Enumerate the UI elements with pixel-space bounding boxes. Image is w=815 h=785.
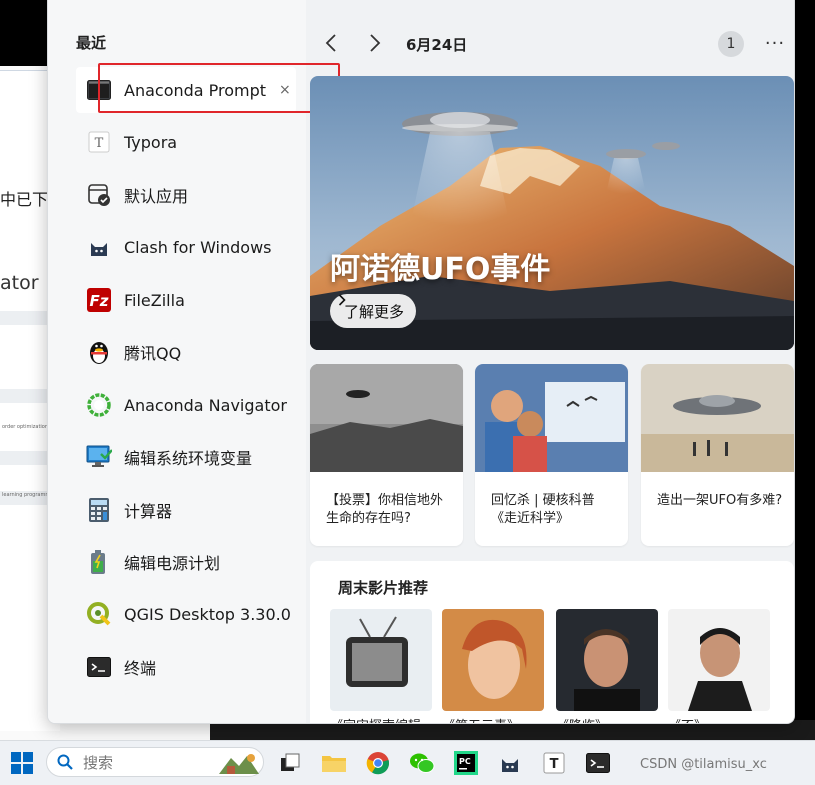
movie-title: 《不》 (668, 715, 778, 723)
svg-text:T: T (95, 136, 104, 151)
hero-card[interactable]: 阿诺德UFO事件 了解更多 (310, 76, 794, 350)
recent-item-clash[interactable]: Clash for Windows (76, 224, 296, 270)
selection-highlight (98, 63, 340, 113)
weekend-title: 周末影片推荐 (338, 579, 429, 597)
taskbar-file-explorer[interactable] (320, 749, 348, 777)
next-button[interactable] (364, 30, 386, 56)
svg-text:Fz: Fz (90, 292, 109, 310)
learn-more-button[interactable]: 了解更多 (330, 294, 417, 328)
close-icon[interactable]: × (279, 82, 291, 98)
background-tiny-text: order optimization. (2, 424, 50, 430)
taskbar-typora[interactable]: T (540, 749, 568, 777)
taskbar-pycharm[interactable]: PC (452, 749, 480, 777)
taskbar-wechat[interactable] (408, 749, 436, 777)
svg-text:PC: PC (459, 757, 471, 766)
cat-icon (86, 234, 112, 260)
terminal-icon (86, 654, 112, 680)
movie-title: 《宇宙探索编辑 (330, 715, 440, 723)
filezilla-icon: Fz (86, 287, 112, 313)
movie-poster[interactable] (668, 609, 770, 711)
app-label: 编辑电源计划 (124, 554, 221, 573)
previous-button[interactable] (320, 30, 342, 56)
app-label: Typora (124, 132, 178, 152)
app-label: QGIS Desktop 3.30.0 (124, 604, 291, 624)
recent-item-env-vars[interactable]: 编辑系统环境变量 (76, 434, 296, 480)
app-label: 腾讯QQ (124, 344, 182, 363)
watermark-text: CSDN @tilamisu_xc (640, 757, 767, 772)
movie-title: 《降临》 (556, 715, 666, 723)
taskbar-clash[interactable] (496, 749, 524, 777)
news-card[interactable]: 造出一架UFO有多难? (641, 364, 794, 546)
weekend-movies-card: 周末影片推荐 《宇宙探索编辑 《第五元素》 《降临》 《不》 (310, 561, 794, 723)
start-button[interactable] (8, 749, 36, 777)
chrome-icon (366, 752, 390, 775)
recent-item-anaconda-navigator[interactable]: Anaconda Navigator (76, 382, 296, 428)
recent-item-power-plan[interactable]: 编辑电源计划 (76, 539, 296, 585)
task-view-icon (281, 753, 300, 771)
svg-text:T: T (550, 757, 559, 772)
taskbar-terminal[interactable] (584, 749, 612, 777)
card-thumbnail (310, 364, 463, 472)
task-view-button[interactable] (276, 749, 304, 777)
taskbar-search[interactable] (46, 747, 264, 777)
qgis-icon (86, 601, 112, 627)
app-label: 计算器 (124, 502, 173, 521)
penguin-icon (86, 339, 112, 365)
app-label: 终端 (124, 659, 157, 678)
news-card[interactable]: 【投票】你相信地外生命的存在吗? (310, 364, 463, 546)
calculator-icon (86, 497, 112, 523)
recent-item-qgis[interactable]: QGIS Desktop 3.30.0 (76, 591, 296, 637)
card-thumbnail (641, 364, 794, 472)
ring-icon (86, 392, 112, 418)
learn-more-label: 了解更多 (344, 302, 405, 321)
card-thumbnail (475, 364, 628, 472)
typora-icon: T (86, 129, 112, 155)
battery-icon (86, 549, 112, 575)
recent-apps-column: 最近 Anaconda Prompt × T Typora 默认应用 Clash… (48, 0, 340, 723)
default-apps-icon (86, 182, 112, 208)
recent-item-terminal[interactable]: 终端 (76, 644, 296, 690)
recent-item-default-apps[interactable]: 默认应用 (76, 172, 296, 218)
chevron-right-icon (338, 294, 346, 306)
chevron-left-icon (325, 34, 336, 52)
recent-item-qq[interactable]: 腾讯QQ (76, 329, 296, 375)
news-card[interactable]: 回忆杀 | 硬核科普《走近科学》 (475, 364, 628, 546)
app-label: FileZilla (124, 290, 185, 310)
chevron-right-icon (370, 34, 381, 52)
search-highlight-icon (219, 754, 259, 774)
search-icon (57, 754, 73, 770)
app-label: 默认应用 (124, 187, 189, 206)
hero-title: 阿诺德UFO事件 (330, 252, 551, 287)
folder-icon (322, 756, 346, 772)
app-label: Clash for Windows (124, 237, 272, 257)
start-panel: 最近 Anaconda Prompt × T Typora 默认应用 Clash… (47, 0, 795, 724)
taskbar-chrome[interactable] (364, 749, 392, 777)
recent-title: 最近 (76, 34, 107, 52)
card-text: 造出一架UFO有多难? (657, 493, 783, 508)
feed-date: 6月24日 (406, 36, 468, 54)
background-dark-strip (793, 0, 815, 740)
app-label: Anaconda Navigator (124, 395, 287, 415)
notification-badge[interactable]: 1 (718, 31, 744, 57)
terminal-icon (586, 753, 610, 773)
background-heading: ator (0, 272, 39, 294)
app-label: 编辑系统环境变量 (124, 449, 253, 468)
windows-icon (11, 752, 33, 774)
recent-item-typora[interactable]: T Typora (76, 119, 296, 165)
movie-poster[interactable] (330, 609, 432, 711)
more-options-button[interactable]: ··· (762, 30, 788, 56)
pycharm-icon: PC (454, 751, 478, 775)
card-text: 【投票】你相信地外生命的存在吗? (326, 493, 444, 526)
wechat-icon (410, 753, 435, 773)
card-text: 回忆杀 | 硬核科普《走近科学》 (491, 493, 595, 526)
recent-item-filezilla[interactable]: Fz FileZilla (76, 277, 296, 323)
search-input[interactable] (81, 752, 205, 774)
movie-title: 《第五元素》 (442, 715, 552, 723)
recent-item-calculator[interactable]: 计算器 (76, 487, 296, 533)
monitor-icon (86, 444, 112, 470)
movie-poster[interactable] (556, 609, 658, 711)
typora-icon: T (543, 752, 565, 774)
movie-poster[interactable] (442, 609, 544, 711)
cat-icon (502, 759, 518, 772)
